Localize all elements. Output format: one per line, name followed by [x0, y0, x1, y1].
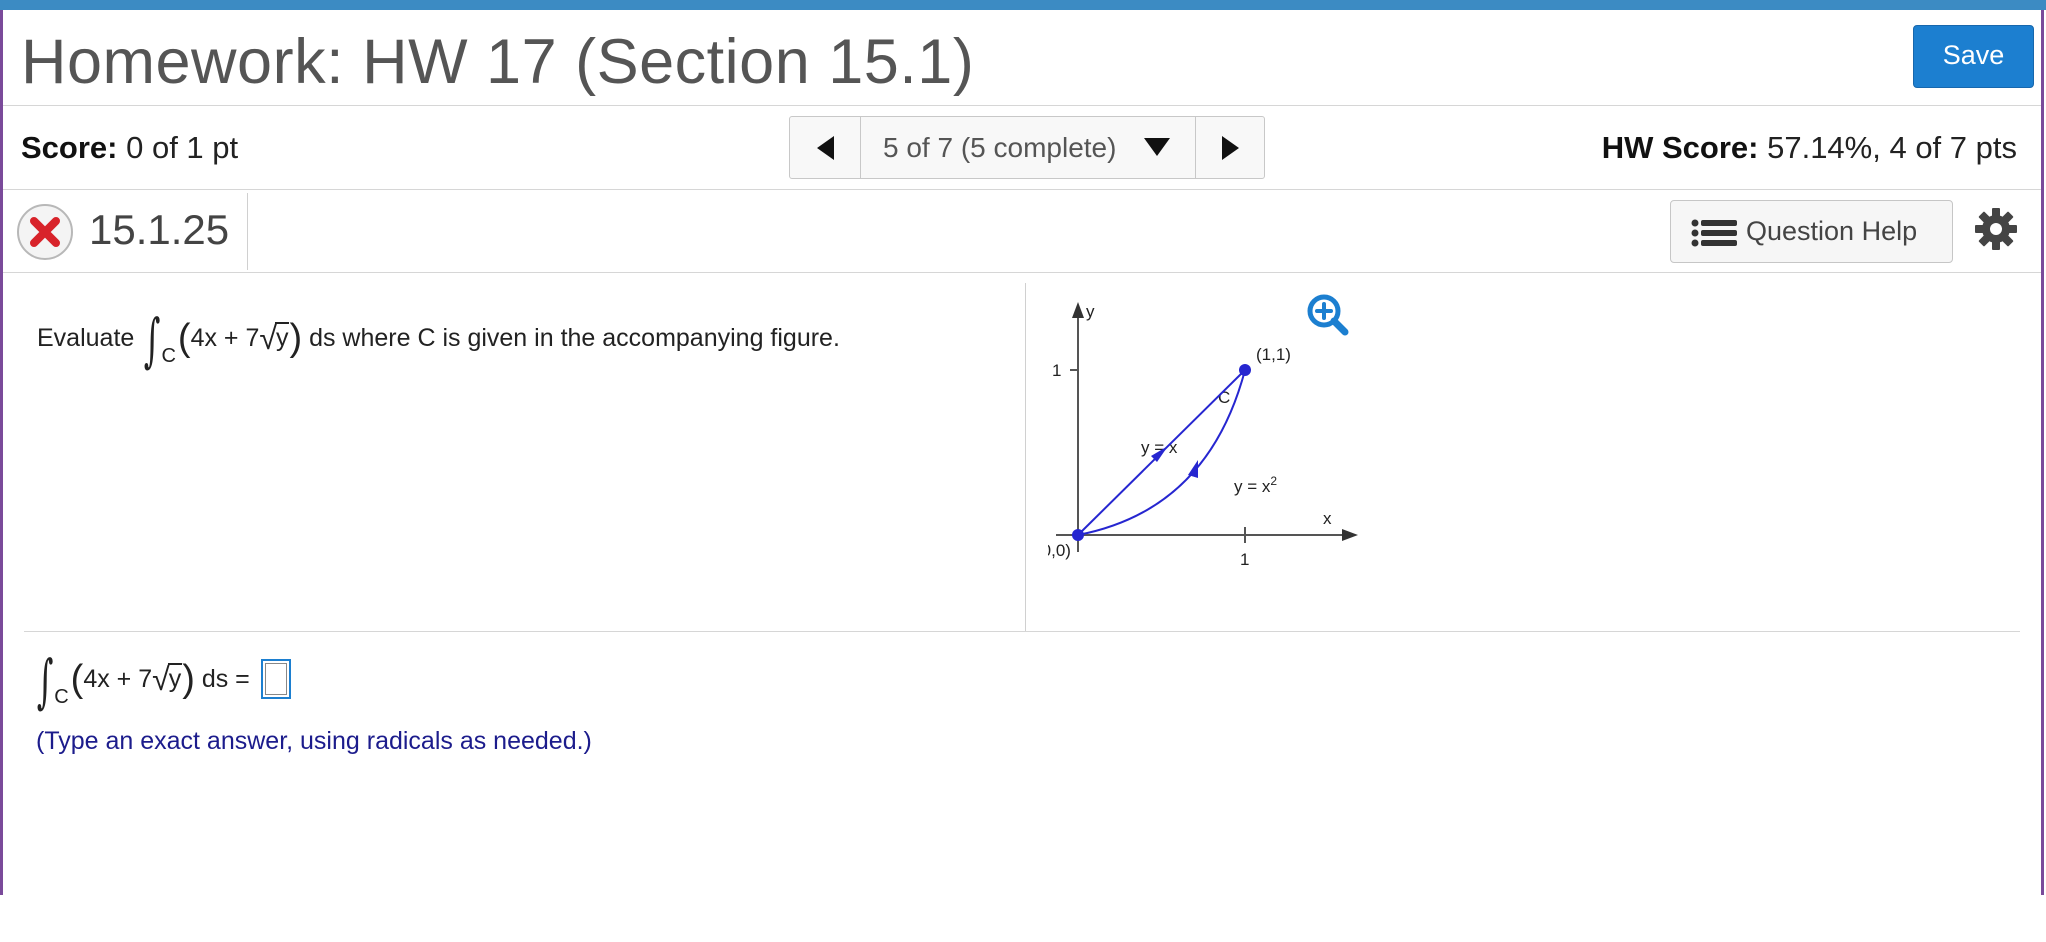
answer-hint: (Type an exact answer, using radicals as… [36, 727, 592, 755]
page-title: Homework: HW 17 (Section 15.1) [21, 27, 975, 97]
integrand-term: 4x + 7 [83, 665, 153, 693]
question-content: Evaluate ∫C(4x + 7√y) ds where C is give… [3, 273, 2041, 631]
hw-score-value: 57.14%, 4 of 7 pts [1767, 130, 2017, 165]
triangle-right-icon [1222, 136, 1239, 160]
x-axis-label: x [1323, 509, 1332, 528]
score-value: 0 of 1 pt [126, 130, 239, 165]
integral-subscript: C [54, 686, 69, 708]
integral-sign: ∫ [144, 306, 161, 374]
y-tick-label: 1 [1052, 361, 1061, 380]
sqrt-argument: y [274, 322, 290, 352]
triangle-down-icon [1144, 138, 1170, 156]
origin-point [1072, 529, 1084, 541]
point-label: (1,1) [1256, 345, 1291, 364]
top-accent-bar [0, 0, 2046, 10]
x-tick-label: 1 [1240, 550, 1249, 569]
page-bottom [0, 895, 2046, 942]
save-button[interactable]: Save [1913, 25, 2034, 88]
question-navigator: 5 of 7 (5 complete) [789, 116, 1265, 179]
question-select-dropdown[interactable]: 5 of 7 (5 complete) [861, 117, 1195, 178]
next-question-button[interactable] [1195, 117, 1264, 178]
answer-row: ∫C(4x + 7√y) ds = [34, 652, 291, 710]
parabola-label: y = x2 [1234, 474, 1277, 496]
question-help-button[interactable]: Question Help [1670, 200, 1953, 263]
integral-sign: ∫ [36, 647, 54, 715]
parabola-direction-arrow [1188, 460, 1198, 478]
triangle-left-icon [817, 136, 834, 160]
question-help-label: Question Help [1746, 216, 1918, 246]
x-axis-arrow [1342, 529, 1358, 541]
gear-icon[interactable] [1973, 206, 2019, 252]
answer-suffix: ds = [201, 665, 250, 693]
divider [24, 631, 2020, 632]
prompt-tail: ds where C is given in the accompanying … [309, 324, 840, 352]
hw-score-label: HW Score: [1601, 130, 1759, 165]
question-bar: 15.1.25 Question Help [3, 190, 2041, 273]
origin-label: (0,0) [1048, 541, 1071, 560]
endpoint [1239, 364, 1251, 376]
zoom-in-icon[interactable] [1305, 292, 1351, 338]
score-label: Score: [21, 130, 118, 165]
y-axis-label: y [1086, 302, 1095, 321]
answer-input[interactable] [260, 659, 291, 699]
integrand-term: 4x + 7 [190, 324, 260, 352]
list-icon [1691, 219, 1737, 247]
x-circle-icon [17, 204, 73, 260]
previous-question-button[interactable] [790, 117, 861, 178]
question-prompt: Evaluate ∫C(4x + 7√y) ds where C is give… [37, 306, 840, 374]
question-select-label: 5 of 7 (5 complete) [883, 132, 1117, 163]
divider [247, 193, 248, 270]
question-score: Score: 0 of 1 pt [21, 130, 238, 166]
y-axis-arrow [1072, 302, 1084, 318]
divider [1025, 283, 1026, 631]
prompt-lead: Evaluate [37, 324, 135, 352]
hw-score: HW Score: 57.14%, 4 of 7 pts [1602, 130, 2017, 166]
header: Homework: HW 17 (Section 15.1) Save [3, 10, 2041, 106]
score-bar: Score: 0 of 1 pt 5 of 7 (5 complete) HW … [3, 106, 2041, 190]
question-number: 15.1.25 [89, 206, 230, 253]
integral-subscript: C [161, 345, 176, 367]
sqrt-argument: y [167, 663, 183, 693]
